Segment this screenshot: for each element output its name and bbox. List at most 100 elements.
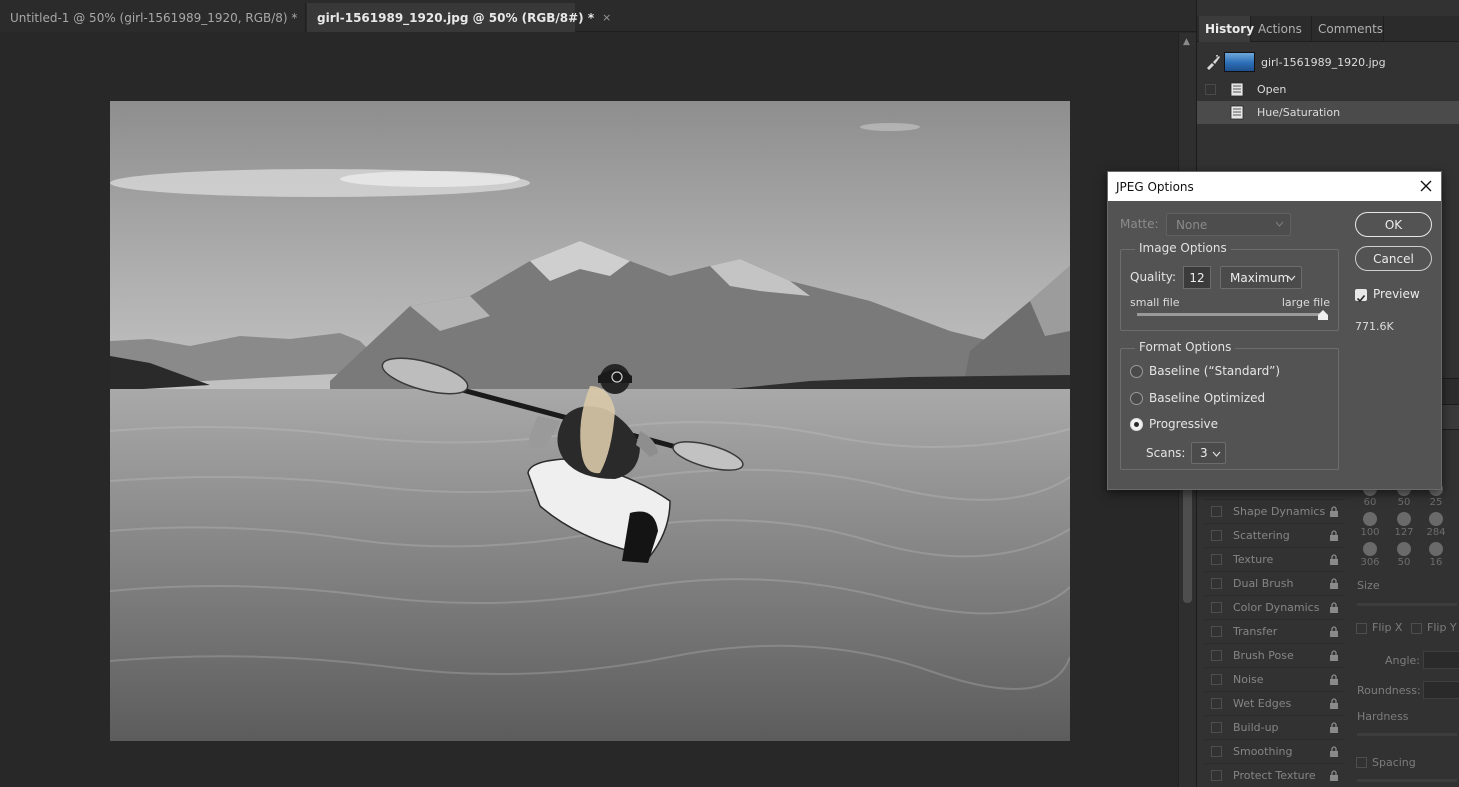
brush-option-shape-dynamics[interactable]: Shape Dynamics bbox=[1205, 499, 1345, 522]
option-checkbox[interactable] bbox=[1211, 577, 1222, 589]
angle-input[interactable] bbox=[1423, 651, 1459, 669]
spacing-label: Spacing bbox=[1372, 756, 1416, 769]
roundness-label: Roundness: bbox=[1357, 684, 1421, 697]
preview-checkbox[interactable] bbox=[1355, 289, 1367, 303]
brush-tip[interactable]: 284 bbox=[1421, 512, 1451, 542]
option-label: Scattering bbox=[1233, 528, 1290, 542]
spacing-checkbox[interactable] bbox=[1356, 757, 1367, 768]
quality-slider-handle[interactable] bbox=[1318, 310, 1328, 320]
brush-tip[interactable]: 306 bbox=[1355, 542, 1385, 572]
option-checkbox[interactable] bbox=[1211, 697, 1222, 709]
brush-option-transfer[interactable]: Transfer bbox=[1205, 619, 1345, 642]
brush-tip-size: 50 bbox=[1397, 557, 1411, 568]
option-checkbox[interactable] bbox=[1211, 649, 1222, 661]
checkmark-icon bbox=[1356, 294, 1366, 303]
option-checkbox[interactable] bbox=[1211, 721, 1222, 733]
estimated-file-size: 771.6K bbox=[1355, 320, 1394, 333]
tab-girl-jpg[interactable]: girl-1561989_1920.jpg @ 50% (RGB/8#) * × bbox=[307, 3, 611, 32]
lock-icon[interactable] bbox=[1329, 769, 1339, 781]
history-state-hue-saturation[interactable]: Hue/Saturation bbox=[1197, 101, 1459, 124]
brush-tip[interactable]: 50 bbox=[1389, 542, 1419, 572]
document-image[interactable] bbox=[110, 101, 1070, 741]
brush-option-dual-brush[interactable]: Dual Brush bbox=[1205, 571, 1345, 594]
history-source-checkbox[interactable] bbox=[1205, 84, 1216, 95]
lock-icon[interactable] bbox=[1329, 553, 1339, 565]
brush-option-protect-texture[interactable]: Protect Texture bbox=[1205, 763, 1345, 786]
brush-tip[interactable]: 16 bbox=[1421, 542, 1451, 572]
lock-icon[interactable] bbox=[1329, 601, 1339, 613]
flip-x-checkbox[interactable] bbox=[1356, 623, 1367, 634]
tab-actions[interactable]: Actions bbox=[1252, 16, 1312, 42]
hardness-slider[interactable] bbox=[1357, 733, 1457, 736]
tab-title: Untitled-1 @ 50% (girl-1561989_1920, RGB… bbox=[10, 10, 298, 25]
option-checkbox[interactable] bbox=[1211, 673, 1222, 685]
scans-select[interactable]: 3 bbox=[1191, 442, 1226, 464]
brush-tip-size: 50 bbox=[1397, 497, 1411, 508]
tab-untitled-1[interactable]: Untitled-1 @ 50% (girl-1561989_1920, RGB… bbox=[0, 3, 315, 32]
brush-option-build-up[interactable]: Build-up bbox=[1205, 715, 1345, 738]
brush-option-color-dynamics[interactable]: Color Dynamics bbox=[1205, 595, 1345, 618]
scroll-up-arrow-icon[interactable]: ▲ bbox=[1183, 37, 1190, 47]
cancel-button[interactable]: Cancel bbox=[1355, 246, 1432, 271]
lock-icon[interactable] bbox=[1329, 697, 1339, 709]
lock-icon[interactable] bbox=[1329, 529, 1339, 541]
tab-history[interactable]: History bbox=[1199, 16, 1254, 42]
tab-comments[interactable]: Comments bbox=[1312, 16, 1384, 42]
quality-input[interactable]: 12 bbox=[1183, 266, 1211, 289]
brush-option-scattering[interactable]: Scattering bbox=[1205, 523, 1345, 546]
brush-option-noise[interactable]: Noise bbox=[1205, 667, 1345, 690]
radio-button[interactable] bbox=[1130, 392, 1143, 405]
roundness-input[interactable] bbox=[1423, 681, 1459, 699]
matte-select[interactable]: None bbox=[1166, 213, 1291, 236]
radio-button-selected[interactable] bbox=[1130, 418, 1143, 431]
option-checkbox[interactable] bbox=[1211, 553, 1222, 565]
option-checkbox[interactable] bbox=[1211, 745, 1222, 757]
ok-button[interactable]: OK bbox=[1355, 212, 1432, 237]
brush-option-texture[interactable]: Texture bbox=[1205, 547, 1345, 570]
kayak-photo-grayscale bbox=[110, 101, 1070, 741]
lock-icon[interactable] bbox=[1329, 505, 1339, 517]
radio-button[interactable] bbox=[1130, 365, 1143, 378]
document-icon bbox=[1230, 105, 1244, 120]
brush-tip-size: 25 bbox=[1429, 497, 1443, 508]
history-source-checkbox[interactable] bbox=[1205, 107, 1216, 118]
option-checkbox[interactable] bbox=[1211, 529, 1222, 541]
history-snapshot[interactable]: girl-1561989_1920.jpg bbox=[1197, 48, 1459, 76]
flip-x-label: Flip X bbox=[1372, 621, 1403, 634]
brush-option-smoothing[interactable]: Smoothing bbox=[1205, 739, 1345, 762]
matte-value: None bbox=[1176, 217, 1208, 232]
brush-option-wet-edges[interactable]: Wet Edges bbox=[1205, 691, 1345, 714]
scans-value: 3 bbox=[1200, 446, 1208, 460]
option-checkbox[interactable] bbox=[1211, 625, 1222, 637]
small-file-label: small file bbox=[1130, 296, 1180, 309]
flip-y-checkbox[interactable] bbox=[1411, 623, 1422, 634]
document-icon bbox=[1230, 82, 1244, 97]
option-label: Noise bbox=[1233, 672, 1264, 686]
close-icon[interactable] bbox=[1417, 177, 1435, 195]
dialog-title-bar[interactable]: JPEG Options bbox=[1108, 172, 1441, 201]
history-state-open[interactable]: Open bbox=[1197, 78, 1459, 101]
option-checkbox[interactable] bbox=[1211, 601, 1222, 613]
lock-icon[interactable] bbox=[1329, 721, 1339, 733]
brush-tip[interactable]: 127 bbox=[1389, 512, 1419, 542]
history-brush-icon[interactable] bbox=[1205, 54, 1221, 70]
flip-y-label: Flip Y bbox=[1427, 621, 1457, 634]
brush-tip[interactable]: 100 bbox=[1355, 512, 1385, 542]
option-checkbox[interactable] bbox=[1211, 505, 1222, 517]
lock-icon[interactable] bbox=[1329, 625, 1339, 637]
quality-preset-value: Maximum bbox=[1230, 270, 1290, 285]
quality-slider[interactable] bbox=[1137, 313, 1323, 316]
size-slider[interactable] bbox=[1357, 603, 1457, 606]
lock-icon[interactable] bbox=[1329, 649, 1339, 661]
quality-preset-select[interactable]: Maximum bbox=[1220, 266, 1302, 289]
tab-close-icon[interactable]: × bbox=[602, 11, 611, 24]
brush-option-brush-pose[interactable]: Brush Pose bbox=[1205, 643, 1345, 666]
tab-title: girl-1561989_1920.jpg @ 50% (RGB/8#) * bbox=[317, 10, 595, 25]
spacing-slider[interactable] bbox=[1357, 779, 1457, 782]
lock-icon[interactable] bbox=[1329, 745, 1339, 757]
lock-icon[interactable] bbox=[1329, 577, 1339, 589]
option-checkbox[interactable] bbox=[1211, 769, 1222, 781]
lock-icon[interactable] bbox=[1329, 673, 1339, 685]
angle-label: Angle: bbox=[1385, 654, 1421, 667]
chevron-down-icon bbox=[1287, 275, 1296, 281]
